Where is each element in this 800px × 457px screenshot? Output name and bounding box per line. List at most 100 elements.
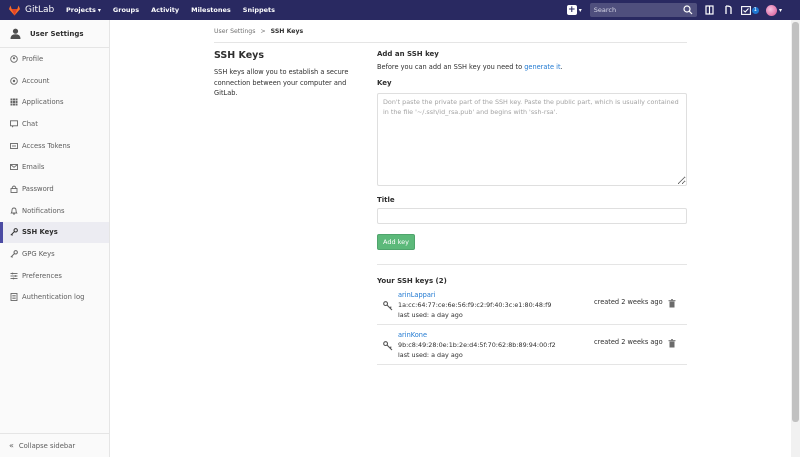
access-tokens-icon xyxy=(9,141,18,150)
sidebar-item-label: Profile xyxy=(22,54,44,63)
issues-icon xyxy=(705,5,714,15)
sidebar-item-label: GPG Keys xyxy=(22,250,55,259)
sidebar-item-chat[interactable]: Chat xyxy=(0,113,109,135)
chevron-down-icon: ▾ xyxy=(778,6,782,14)
settings-sidebar: User Settings Profile Account Applicatio… xyxy=(0,20,110,457)
new-item-dropdown[interactable]: + ▾ xyxy=(566,5,582,15)
todo-count-badge: 1 xyxy=(751,6,759,14)
nav-snippets[interactable]: Snippets xyxy=(243,6,275,14)
divider xyxy=(377,264,687,265)
breadcrumb-user-settings[interactable]: User Settings xyxy=(214,28,255,35)
title-input[interactable] xyxy=(377,208,687,224)
breadcrumb-separator: > xyxy=(260,27,266,35)
add-key-heading: Add an SSH key xyxy=(377,50,439,58)
key-icon xyxy=(9,250,18,259)
key-icon xyxy=(383,301,393,311)
title-label: Title xyxy=(377,196,395,204)
scrollbar-thumb[interactable] xyxy=(792,22,799,422)
sidebar-item-applications[interactable]: Applications xyxy=(0,91,109,113)
ssh-keys-heading: Your SSH keys (2) xyxy=(377,277,447,285)
brand-name: GitLab xyxy=(25,5,55,15)
add-key-button[interactable]: Add key xyxy=(377,234,416,250)
gitlab-logo-icon xyxy=(9,4,20,16)
sidebar-item-label: Preferences xyxy=(22,271,62,280)
gitlab-home-link[interactable]: GitLab xyxy=(9,4,65,16)
breadcrumb: User Settings > SSH Keys xyxy=(214,20,687,43)
avatar xyxy=(765,4,777,16)
plus-icon: + xyxy=(566,5,577,15)
ssh-key-last-used: last used: a day ago xyxy=(398,351,463,359)
sidebar-item-gpg-keys[interactable]: GPG Keys xyxy=(0,243,109,265)
search-box[interactable] xyxy=(589,3,697,17)
add-key-description: Before you can add an SSH key you need t… xyxy=(377,63,563,71)
ssh-key-title-link[interactable]: arinKone xyxy=(398,331,427,339)
top-navbar: GitLab Projects ▾ Groups Activity Milesto… xyxy=(0,0,800,20)
nav-milestones[interactable]: Milestones xyxy=(191,6,231,14)
merge-requests-link[interactable] xyxy=(722,3,736,17)
nav-activity[interactable]: Activity xyxy=(151,6,179,14)
ssh-key-created: created 2 weeks ago xyxy=(594,298,663,306)
breadcrumb-current[interactable]: SSH Keys xyxy=(271,28,304,35)
ssh-key-row: arinKone 9b:c8:49:28:0e:1b:2e:d4:5f:70:6… xyxy=(377,325,687,365)
generate-it-link[interactable]: generate it xyxy=(524,63,560,71)
sidebar-item-label: Authentication log xyxy=(22,293,85,302)
user-menu-dropdown[interactable]: ▾ xyxy=(765,4,782,16)
ssh-key-fingerprint: 1a:cc:64:77:ce:6e:56:f9:c2:9f:40:3c:e1:8… xyxy=(398,301,552,309)
nav-projects[interactable]: Projects ▾ xyxy=(66,6,101,14)
search-icon xyxy=(683,5,693,15)
sidebar-item-access-tokens[interactable]: Access Tokens xyxy=(0,135,109,157)
ssh-key-created: created 2 weeks ago xyxy=(594,338,663,346)
trash-icon[interactable] xyxy=(668,299,676,308)
ssh-key-last-used: last used: a day ago xyxy=(398,311,463,319)
sidebar-item-label: Notifications xyxy=(22,206,65,215)
nav-groups[interactable]: Groups xyxy=(113,6,139,14)
sidebar-item-notifications[interactable]: Notifications xyxy=(0,200,109,222)
sidebar-item-preferences[interactable]: Preferences xyxy=(0,265,109,287)
sidebar-item-password[interactable]: Password xyxy=(0,178,109,200)
sidebar-item-label: Chat xyxy=(22,119,38,128)
preferences-icon xyxy=(9,271,18,280)
key-label: Key xyxy=(377,79,392,87)
intro-section: SSH Keys SSH keys allow you to establish… xyxy=(214,50,364,99)
emails-icon xyxy=(9,163,18,172)
sidebar-item-label: Emails xyxy=(22,163,45,172)
chevron-down-icon: ▾ xyxy=(97,6,101,14)
sidebar-item-ssh-keys[interactable]: SSH Keys xyxy=(0,221,109,244)
key-icon xyxy=(383,341,393,351)
sidebar-item-label: Password xyxy=(22,184,54,193)
key-icon xyxy=(9,228,18,237)
collapse-sidebar-label: Collapse sidebar xyxy=(18,441,76,450)
key-textarea[interactable] xyxy=(377,93,687,186)
ssh-key-form: Add an SSH key Before you can add an SSH… xyxy=(377,50,687,365)
sidebar-item-label: Access Tokens xyxy=(22,141,71,150)
ssh-key-row: arinLappari 1a:cc:64:77:ce:6e:56:f9:c2:9… xyxy=(377,285,687,325)
merge-request-icon xyxy=(725,5,732,14)
applications-icon xyxy=(9,98,18,107)
lock-icon xyxy=(9,184,18,193)
chevron-down-icon: ▾ xyxy=(578,6,582,14)
ssh-key-title-link[interactable]: arinLappari xyxy=(398,291,435,299)
todos-link[interactable]: 1 xyxy=(740,5,759,15)
sidebar-header[interactable]: User Settings xyxy=(0,20,109,48)
sidebar-item-label: Applications xyxy=(22,98,64,107)
sidebar-title: User Settings xyxy=(30,29,84,38)
trash-icon[interactable] xyxy=(668,339,676,348)
log-icon xyxy=(9,293,18,302)
sidebar-item-authentication-log[interactable]: Authentication log xyxy=(0,287,109,309)
collapse-sidebar-button[interactable]: « Collapse sidebar xyxy=(0,433,110,457)
sidebar-item-account[interactable]: Account xyxy=(0,70,109,92)
bell-icon xyxy=(9,206,18,215)
page-scrollbar[interactable] xyxy=(791,20,800,457)
sidebar-item-profile[interactable]: Profile xyxy=(0,48,109,70)
sidebar-item-label: Account xyxy=(22,76,50,85)
page-title: SSH Keys xyxy=(214,50,265,61)
ssh-key-fingerprint: 9b:c8:49:28:0e:1b:2e:d4:5f:70:62:8b:89:9… xyxy=(398,341,556,349)
double-chevron-left-icon: « xyxy=(9,441,14,450)
account-icon xyxy=(9,76,18,85)
sidebar-item-label: SSH Keys xyxy=(22,228,58,237)
todo-icon xyxy=(740,5,751,15)
issues-link[interactable] xyxy=(703,3,717,17)
search-input[interactable] xyxy=(593,6,684,14)
sidebar-item-emails[interactable]: Emails xyxy=(0,156,109,178)
user-icon xyxy=(10,28,21,39)
